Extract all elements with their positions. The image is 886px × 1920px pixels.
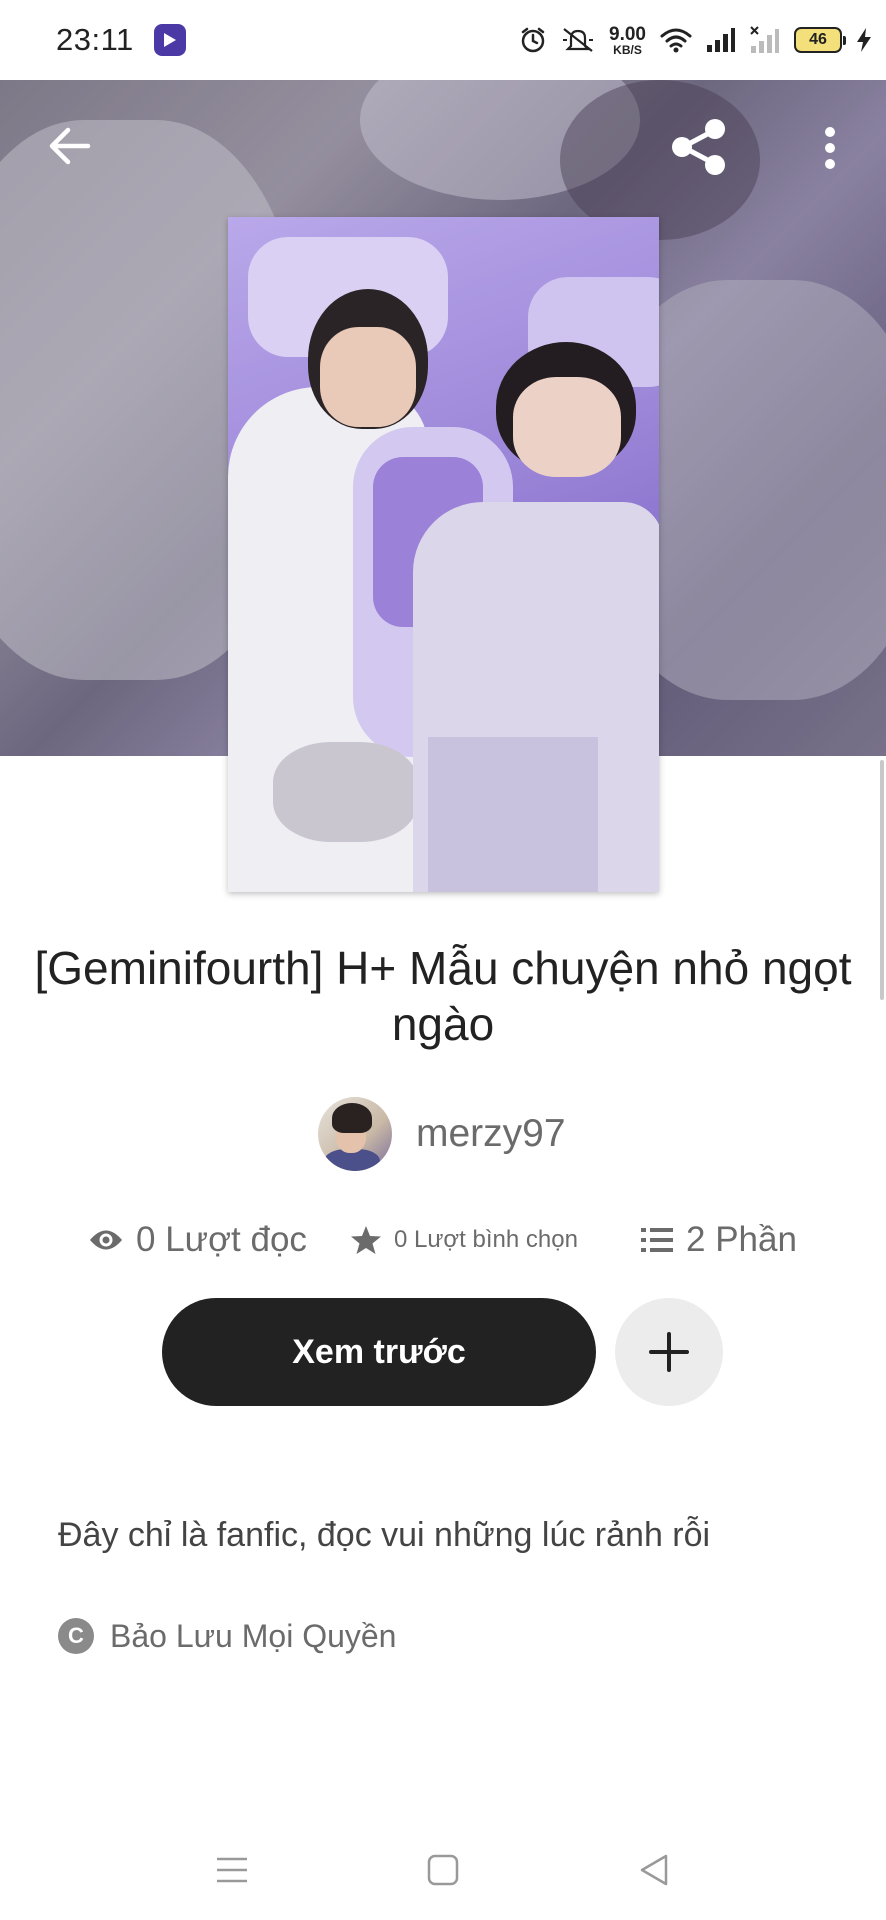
parts-count[interactable]: 2 Phần [686,1220,797,1260]
more-options-button[interactable] [810,118,850,178]
system-navigation-bar [0,1820,886,1920]
author-link[interactable]: merzy97 [318,1096,566,1172]
preview-button[interactable]: Xem trước [162,1298,596,1406]
reads-stat: 0 Lượt đọc [88,1210,307,1270]
copyright-text: Bảo Lưu Mọi Quyền [110,1617,397,1654]
status-bar: 23:11 9.00 KB/S 46 [0,0,886,80]
plus-icon [649,1332,689,1372]
author-name[interactable]: merzy97 [416,1112,566,1156]
share-button[interactable] [664,114,734,180]
network-speed-unit: KB/S [613,42,642,57]
recent-apps-button[interactable] [202,1840,262,1900]
story-title: [Geminifourth] H+ Mẫu chuyện nhỏ ngọt ng… [34,942,852,1050]
alarm-icon [521,27,545,53]
star-icon [351,1226,381,1254]
story-stats: 0 Lượt đọc 0 Lượt bình chọn 2 Phần [0,1210,886,1270]
share-icon [672,119,725,175]
votes-count: 0 Lượt bình chọn [394,1226,578,1253]
no-signal-icon [750,26,779,53]
signal-icon [707,28,735,52]
story-description: Đây chỉ là fanfic, đọc vui những lúc rản… [58,1516,711,1554]
reads-count: 0 Lượt đọc [136,1220,307,1259]
more-vertical-icon [825,127,835,169]
copyright-notice: C Bảo Lưu Mọi Quyền [58,1614,396,1658]
list-icon [641,1228,673,1252]
status-time: 23:11 [56,22,134,57]
story-cover-image[interactable] [228,217,659,892]
add-to-library-button[interactable] [615,1298,723,1406]
scrollbar[interactable] [880,760,884,1000]
arrow-left-icon [49,127,91,165]
square-icon [427,1854,459,1886]
votes-stat: 0 Lượt bình chọn [350,1210,578,1270]
mute-icon [563,28,594,52]
author-avatar[interactable] [318,1097,392,1171]
charging-icon [857,28,871,52]
status-indicators: 9.00 KB/S 46 [519,18,872,62]
media-app-icon [154,24,186,56]
system-back-button[interactable] [624,1840,684,1900]
parts-stat[interactable]: 2 Phần [640,1210,797,1270]
home-button[interactable] [413,1840,473,1900]
network-speed-value: 9.00 [609,23,646,45]
battery-level: 46 [809,31,827,48]
network-speed: 9.00 KB/S [609,25,646,56]
eye-icon [90,1230,122,1250]
menu-icon [217,1857,247,1883]
battery-indicator: 46 [794,27,846,53]
triangle-back-icon [640,1854,668,1886]
copyright-icon: C [58,1618,94,1654]
wifi-icon [660,28,692,53]
back-button[interactable] [40,116,100,176]
